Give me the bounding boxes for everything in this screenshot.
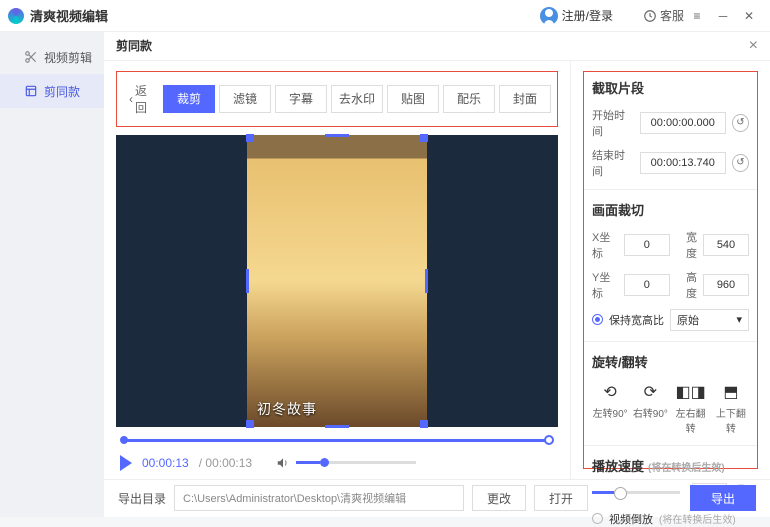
titlebar: 清爽视频编辑 注册/登录 客服 ≡ ─ ✕ [0, 0, 770, 32]
template-icon [24, 84, 38, 98]
start-time-label: 开始时间 [592, 107, 634, 139]
keep-ratio-label: 保持宽高比 [609, 312, 664, 328]
time-current: 00:00:13 [142, 456, 189, 470]
rotate-left-label: 左转90° [592, 405, 628, 420]
timeline-track[interactable] [122, 439, 552, 442]
service-label: 客服 [660, 7, 684, 24]
crop-w-label: 宽度 [676, 229, 697, 261]
flip-horizontal-label: 左右翻转 [673, 405, 709, 435]
menu-button[interactable]: ≡ [684, 4, 710, 28]
chevron-down-icon: ▾ [736, 313, 742, 326]
tab-music[interactable]: 配乐 [443, 85, 495, 113]
crop-edge-top[interactable] [325, 134, 349, 137]
flip-vertical-icon: ⬒ [713, 381, 749, 403]
content-header: 剪同款 × [104, 32, 770, 61]
flip-vertical-label: 上下翻转 [713, 405, 749, 435]
crop-handle-tl[interactable] [246, 134, 254, 142]
sidebar-item-video-edit[interactable]: 视频剪辑 [0, 40, 104, 74]
crop-y-input[interactable] [624, 274, 670, 296]
rotate-left-icon: ⟲ [592, 381, 628, 403]
section-rotate-title: 旋转/翻转 [592, 352, 749, 371]
tab-watermark[interactable]: 去水印 [331, 85, 383, 113]
rotate-right-icon: ⟳ [632, 381, 668, 403]
rotate-right-button[interactable]: ⟳ 右转90° [632, 381, 668, 435]
chevron-left-icon: ‹ [129, 92, 133, 106]
playback-controls: 00:00:13 / 00:00:13 [116, 455, 558, 471]
toolbar: ‹ 返回 裁剪 滤镜 字幕 去水印 贴图 配乐 封面 [116, 71, 558, 127]
rotate-right-label: 右转90° [632, 405, 668, 420]
tab-filter[interactable]: 滤镜 [219, 85, 271, 113]
tab-subtitle[interactable]: 字幕 [275, 85, 327, 113]
app-logo-icon [8, 8, 24, 24]
export-button[interactable]: 导出 [690, 485, 756, 511]
end-time-label: 结束时间 [592, 147, 634, 179]
start-time-input[interactable] [640, 112, 726, 134]
timeline-start-handle[interactable] [120, 436, 128, 444]
crop-x-input[interactable] [624, 234, 670, 256]
crop-handle-br[interactable] [420, 420, 428, 428]
tab-crop[interactable]: 裁剪 [163, 85, 215, 113]
crop-handle-bl[interactable] [246, 420, 254, 428]
flip-horizontal-button[interactable]: ◧◨ 左右翻转 [673, 381, 709, 435]
service-link[interactable]: 客服 [643, 7, 684, 24]
minimize-button[interactable]: ─ [710, 4, 736, 28]
set-end-now-button[interactable]: ↺ [732, 154, 749, 172]
section-crop-title: 画面裁切 [592, 200, 749, 219]
panel-title: 剪同款 [116, 37, 152, 54]
app-title: 清爽视频编辑 [30, 6, 108, 25]
scissors-icon [24, 50, 38, 64]
ratio-select[interactable]: 原始 ▾ [670, 309, 749, 331]
time-total: / 00:00:13 [199, 456, 252, 470]
tab-sticker[interactable]: 贴图 [387, 85, 439, 113]
reverse-radio[interactable] [592, 513, 603, 524]
crop-handle-tr[interactable] [420, 134, 428, 142]
close-panel-button[interactable]: × [749, 37, 758, 55]
crop-edge-right[interactable] [425, 269, 428, 293]
crop-x-label: X坐标 [592, 229, 618, 261]
headset-icon [643, 9, 657, 23]
export-path-input[interactable] [174, 485, 464, 511]
volume-slider[interactable] [296, 461, 416, 464]
ratio-value: 原始 [677, 312, 699, 328]
change-dir-button[interactable]: 更改 [472, 485, 526, 511]
rotate-left-button[interactable]: ⟲ 左转90° [592, 381, 628, 435]
sidebar-item-label: 视频剪辑 [44, 49, 92, 66]
crop-frame[interactable]: 初冬故事 [247, 135, 427, 427]
speed-hint: (将在转换后生效) [648, 459, 725, 474]
keep-ratio-radio[interactable] [592, 314, 603, 325]
speed-slider[interactable] [592, 491, 680, 494]
crop-edge-left[interactable] [246, 269, 249, 293]
end-time-input[interactable] [640, 152, 726, 174]
properties-panel: 截取片段 开始时间 ↺ 结束时间 ↺ 画面裁切 X坐标 [583, 71, 758, 469]
flip-vertical-button[interactable]: ⬒ 上下翻转 [713, 381, 749, 435]
video-preview[interactable]: 初冬故事 [116, 135, 558, 427]
close-window-button[interactable]: ✕ [736, 4, 762, 28]
volume-icon[interactable] [276, 456, 290, 470]
crop-h-label: 高度 [676, 269, 697, 301]
crop-h-input[interactable] [703, 274, 749, 296]
back-button[interactable]: ‹ 返回 [123, 78, 159, 120]
crop-y-label: Y坐标 [592, 269, 618, 301]
back-label: 返回 [135, 82, 153, 116]
section-clip-title: 截取片段 [592, 78, 749, 97]
tab-cover[interactable]: 封面 [499, 85, 551, 113]
login-link[interactable]: 注册/登录 [562, 7, 613, 24]
sidebar-item-label: 剪同款 [44, 83, 80, 100]
crop-w-input[interactable] [703, 234, 749, 256]
avatar-icon [540, 7, 558, 25]
open-dir-button[interactable]: 打开 [534, 485, 588, 511]
footer: 导出目录 更改 打开 导出 [104, 479, 770, 517]
export-dir-label: 导出目录 [118, 490, 166, 507]
preview-caption: 初冬故事 [257, 399, 317, 419]
crop-edge-bottom[interactable] [325, 425, 349, 428]
flip-horizontal-icon: ◧◨ [673, 381, 709, 403]
sidebar-item-template[interactable]: 剪同款 [0, 74, 104, 108]
timeline[interactable] [116, 433, 558, 447]
section-speed-title: 播放速度 [592, 456, 644, 475]
timeline-end-handle[interactable] [544, 435, 554, 445]
play-button[interactable] [120, 455, 132, 471]
set-start-now-button[interactable]: ↺ [732, 114, 749, 132]
sidebar: 视频剪辑 剪同款 [0, 32, 104, 517]
